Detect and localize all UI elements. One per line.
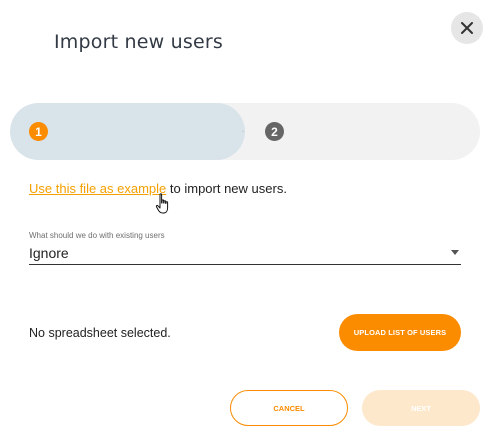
hand-pointer-icon	[155, 193, 169, 214]
cancel-button[interactable]: CANCEL	[230, 390, 348, 426]
step-2-badge: 2	[265, 122, 284, 141]
next-button[interactable]: NEXT	[362, 390, 480, 426]
info-rest-text: to import new users.	[166, 181, 287, 196]
existing-users-value: Ignore	[29, 245, 69, 261]
dialog-title: Import new users	[54, 31, 223, 53]
close-icon	[461, 22, 473, 34]
spreadsheet-status: No spreadsheet selected.	[29, 326, 171, 340]
example-file-link[interactable]: Use this file as example	[29, 181, 166, 196]
upload-users-button[interactable]: UPLOAD LIST OF USERS	[339, 314, 461, 351]
import-users-dialog: Import new users 1 2 Use this file as ex…	[0, 0, 489, 442]
stepper: 1 2	[10, 103, 480, 160]
field-underline	[29, 264, 461, 265]
step-1-badge: 1	[29, 122, 48, 141]
existing-users-label: What should we do with existing users	[29, 231, 165, 240]
dropdown-arrow-icon	[451, 250, 459, 255]
existing-users-select[interactable]: What should we do with existing users Ig…	[29, 231, 461, 265]
step-separator	[242, 131, 244, 132]
close-button[interactable]	[451, 12, 483, 44]
